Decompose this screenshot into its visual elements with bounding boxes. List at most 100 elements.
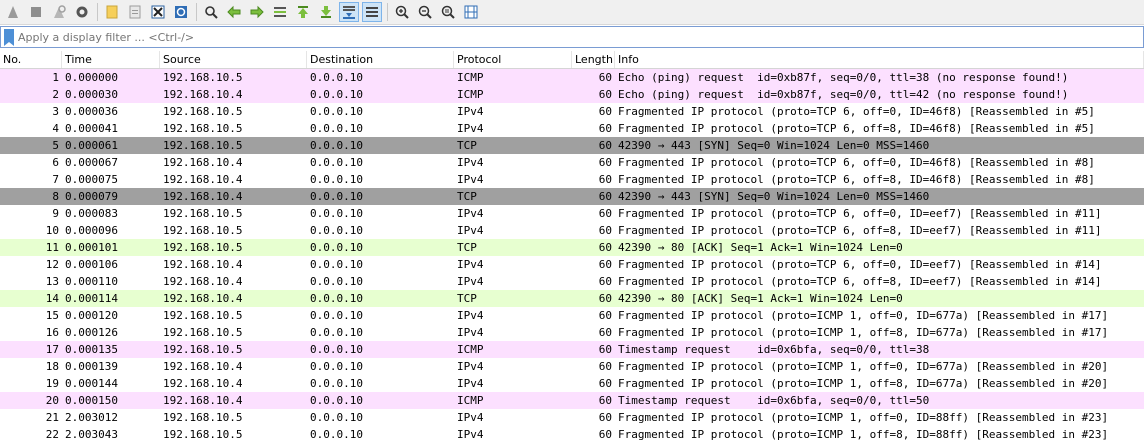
packet-length-cell: 60 xyxy=(598,326,612,339)
packet-row[interactable]: 7 0.000075 192.168.10.4 0.0.0.10 IPv4 60 Fragm… xyxy=(0,171,1144,188)
packet-time-cell: 2.003043 xyxy=(65,428,118,441)
close-file-icon[interactable] xyxy=(148,2,168,22)
packet-info-cell: 42390 → 443 [SYN] Seq=0 Win=1024 Len=0 M… xyxy=(618,139,930,152)
last-packet-icon[interactable] xyxy=(316,2,336,22)
packet-protocol-cell: ICMP xyxy=(457,71,484,84)
zoom-in-icon[interactable] xyxy=(392,2,412,22)
packet-row[interactable]: 11 0.000101 192.168.10.5 0.0.0.10 TCP 60 42390… xyxy=(0,239,1144,256)
column-header-source[interactable]: Source xyxy=(160,51,307,68)
packet-protocol-cell: ICMP xyxy=(457,343,484,356)
packet-length-cell: 60 xyxy=(598,139,612,152)
packet-protocol-cell: IPv4 xyxy=(457,309,484,322)
back-icon[interactable] xyxy=(224,2,244,22)
forward-icon[interactable] xyxy=(247,2,267,22)
packet-length-cell: 60 xyxy=(598,190,612,203)
packet-destination-cell: 0.0.0.10 xyxy=(310,71,363,84)
packet-time-cell: 0.000139 xyxy=(65,360,118,373)
shark-fin-start-icon[interactable] xyxy=(3,2,23,22)
packet-source-cell: 192.168.10.5 xyxy=(163,224,243,237)
packet-time-cell: 0.000096 xyxy=(65,224,118,237)
packet-row[interactable]: 16 0.000126 192.168.10.5 0.0.0.10 IPv4 60 Frag… xyxy=(0,324,1144,341)
packet-row[interactable]: 17 0.000135 192.168.10.5 0.0.0.10 ICMP 60 Time… xyxy=(0,341,1144,358)
packet-row[interactable]: 22 2.003043 192.168.10.5 0.0.0.10 IPv4 60 Frag… xyxy=(0,426,1144,443)
column-header-no[interactable]: No. xyxy=(0,51,62,68)
packet-source-cell: 192.168.10.4 xyxy=(163,88,243,101)
packet-row[interactable]: 15 0.000120 192.168.10.5 0.0.0.10 IPv4 60 Frag… xyxy=(0,307,1144,324)
packet-row[interactable]: 14 0.000114 192.168.10.4 0.0.0.10 TCP 60 42390… xyxy=(0,290,1144,307)
packet-row[interactable]: 2 0.000030 192.168.10.4 0.0.0.10 ICMP 60 Echo … xyxy=(0,86,1144,103)
packet-row[interactable]: 10 0.000096 192.168.10.5 0.0.0.10 IPv4 60 Frag… xyxy=(0,222,1144,239)
packet-length-cell: 60 xyxy=(598,343,612,356)
colorize-icon[interactable] xyxy=(362,2,382,22)
open-folder-icon[interactable] xyxy=(102,2,122,22)
packet-row[interactable]: 4 0.000041 192.168.10.5 0.0.0.10 IPv4 60 Fragm… xyxy=(0,120,1144,137)
packet-length-cell: 60 xyxy=(598,105,612,118)
column-header-destination[interactable]: Destination xyxy=(307,51,454,68)
packet-destination-cell: 0.0.0.10 xyxy=(310,326,363,339)
packet-info-cell: Timestamp request id=0x6bfa, seq=0/0, tt… xyxy=(618,343,930,356)
packet-row[interactable]: 3 0.000036 192.168.10.5 0.0.0.10 IPv4 60 Fragm… xyxy=(0,103,1144,120)
packet-time-cell: 0.000114 xyxy=(65,292,118,305)
packet-no-cell: 20 xyxy=(45,394,59,407)
packet-protocol-cell: IPv4 xyxy=(457,275,484,288)
display-filter-input[interactable] xyxy=(18,30,1143,44)
packet-length-cell: 60 xyxy=(598,241,612,254)
packet-row[interactable]: 18 0.000139 192.168.10.4 0.0.0.10 IPv4 60 Frag… xyxy=(0,358,1144,375)
column-header-info[interactable]: Info xyxy=(615,51,1144,68)
options-gear-icon[interactable] xyxy=(72,2,92,22)
packet-time-cell: 0.000120 xyxy=(65,309,118,322)
packet-list: 1 0.000000 192.168.10.5 0.0.0.10 ICMP 60 Echo … xyxy=(0,69,1144,443)
packet-info-cell: Fragmented IP protocol (proto=TCP 6, off… xyxy=(618,156,1095,169)
packet-destination-cell: 0.0.0.10 xyxy=(310,428,363,441)
file-icon[interactable] xyxy=(125,2,145,22)
first-packet-icon[interactable] xyxy=(293,2,313,22)
packet-protocol-cell: TCP xyxy=(457,190,477,203)
resize-columns-icon[interactable] xyxy=(461,2,481,22)
packet-source-cell: 192.168.10.5 xyxy=(163,326,243,339)
packet-protocol-cell: IPv4 xyxy=(457,207,484,220)
packet-row[interactable]: 5 0.000061 192.168.10.5 0.0.0.10 TCP 60 42390 … xyxy=(0,137,1144,154)
packet-row[interactable]: 9 0.000083 192.168.10.5 0.0.0.10 IPv4 60 Fragm… xyxy=(0,205,1144,222)
packet-destination-cell: 0.0.0.10 xyxy=(310,360,363,373)
autoscroll-icon[interactable] xyxy=(339,2,359,22)
packet-length-cell: 60 xyxy=(598,71,612,84)
packet-protocol-cell: IPv4 xyxy=(457,122,484,135)
column-header-length[interactable]: Length xyxy=(572,51,615,68)
packet-info-cell: Timestamp request id=0x6bfa, seq=0/0, tt… xyxy=(618,394,930,407)
packet-time-cell: 0.000083 xyxy=(65,207,118,220)
packet-row[interactable]: 20 0.000150 192.168.10.4 0.0.0.10 ICMP 60 Time… xyxy=(0,392,1144,409)
packet-source-cell: 192.168.10.4 xyxy=(163,360,243,373)
column-header-protocol[interactable]: Protocol xyxy=(454,51,572,68)
packet-destination-cell: 0.0.0.10 xyxy=(310,309,363,322)
packet-row[interactable]: 12 0.000106 192.168.10.4 0.0.0.10 IPv4 60 Frag… xyxy=(0,256,1144,273)
packet-row[interactable]: 19 0.000144 192.168.10.4 0.0.0.10 IPv4 60 Frag… xyxy=(0,375,1144,392)
packet-time-cell: 0.000000 xyxy=(65,71,118,84)
packet-length-cell: 60 xyxy=(598,377,612,390)
packet-row[interactable]: 6 0.000067 192.168.10.4 0.0.0.10 IPv4 60 Fragm… xyxy=(0,154,1144,171)
packet-no-cell: 8 xyxy=(52,190,59,203)
packet-destination-cell: 0.0.0.10 xyxy=(310,122,363,135)
packet-info-cell: Fragmented IP protocol (proto=TCP 6, off… xyxy=(618,122,1095,135)
packet-no-cell: 13 xyxy=(45,275,59,288)
bookmark-icon[interactable] xyxy=(4,29,14,46)
packet-row[interactable]: 8 0.000079 192.168.10.4 0.0.0.10 TCP 60 42390 … xyxy=(0,188,1144,205)
reload-icon[interactable] xyxy=(171,2,191,22)
packet-length-cell: 60 xyxy=(598,411,612,424)
packet-source-cell: 192.168.10.5 xyxy=(163,207,243,220)
packet-row[interactable]: 1 0.000000 192.168.10.5 0.0.0.10 ICMP 60 Echo … xyxy=(0,69,1144,86)
restart-icon[interactable] xyxy=(49,2,69,22)
packet-row[interactable]: 21 2.003012 192.168.10.5 0.0.0.10 IPv4 60 Frag… xyxy=(0,409,1144,426)
packet-destination-cell: 0.0.0.10 xyxy=(310,105,363,118)
column-header-time[interactable]: Time xyxy=(62,51,160,68)
packet-source-cell: 192.168.10.5 xyxy=(163,343,243,356)
packet-no-cell: 22 xyxy=(45,428,59,441)
zoom-out-icon[interactable] xyxy=(415,2,435,22)
packet-length-cell: 60 xyxy=(598,207,612,220)
find-icon[interactable] xyxy=(201,2,221,22)
goto-packet-icon[interactable] xyxy=(270,2,290,22)
stop-icon[interactable] xyxy=(26,2,46,22)
normal-size-icon[interactable] xyxy=(438,2,458,22)
packet-protocol-cell: ICMP xyxy=(457,394,484,407)
packet-no-cell: 6 xyxy=(52,156,59,169)
packet-row[interactable]: 13 0.000110 192.168.10.4 0.0.0.10 IPv4 60 Frag… xyxy=(0,273,1144,290)
